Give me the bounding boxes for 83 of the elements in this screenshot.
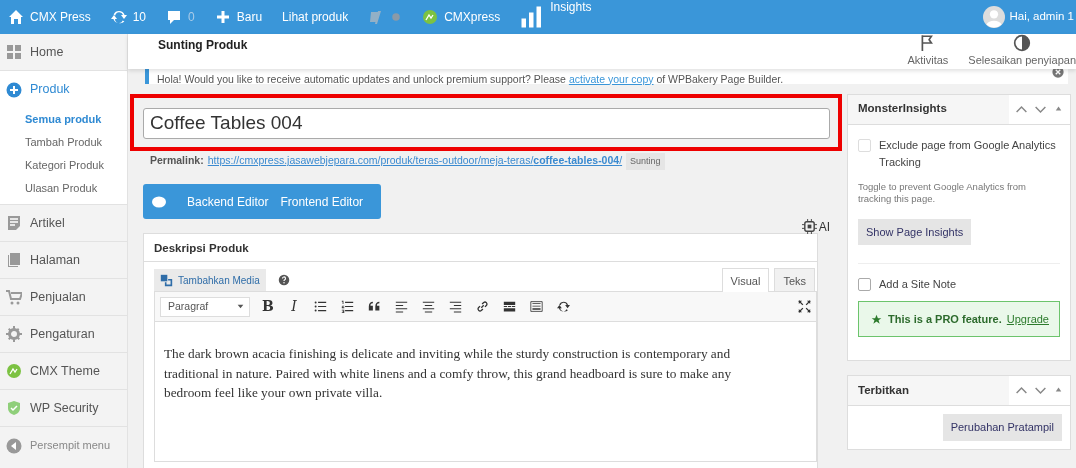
numbered-list-icon[interactable] bbox=[341, 300, 354, 313]
collapse-arrow-icon[interactable] bbox=[1053, 384, 1064, 395]
gear-icon bbox=[6, 326, 22, 342]
box-title: Terbitkan bbox=[848, 376, 1009, 405]
collapse-icon bbox=[6, 437, 22, 454]
sync-icon[interactable] bbox=[110, 9, 127, 25]
panel-title: Deskripsi Produk bbox=[144, 234, 817, 262]
toolbar-link[interactable]: Baru bbox=[236, 8, 263, 26]
activate-link[interactable]: activate your copy bbox=[568, 72, 654, 85]
checkbox-label: Exclude page from Google Analytics Tracking bbox=[879, 137, 1057, 170]
editor-tab[interactable]: Visual bbox=[721, 268, 770, 292]
preview-button[interactable]: Perubahan Pratampil bbox=[942, 414, 1062, 441]
media-icon bbox=[160, 273, 173, 287]
pro-text: This is a PRO feature. bbox=[888, 311, 1002, 327]
toolbar-link[interactable]: 10 bbox=[132, 8, 147, 26]
document-icon bbox=[6, 215, 22, 231]
pages-icon bbox=[6, 252, 22, 268]
permalink-link[interactable]: https://cmxpress.jasawebjepara.com/produk/teras-outdoor/meja-teras/coffee-tables-004/ bbox=[207, 153, 623, 170]
checkbox[interactable] bbox=[858, 278, 871, 291]
plus-circle-icon bbox=[6, 81, 22, 98]
help-text: Toggle to prevent Google Analytics from tracking this page. bbox=[858, 180, 1027, 205]
shield-icon bbox=[6, 400, 22, 416]
bold-button[interactable]: B bbox=[260, 298, 276, 315]
status-dot-icon bbox=[390, 11, 403, 23]
submenu-item[interactable]: Kategori Produk bbox=[25, 154, 127, 177]
checkbox-label: Add a Site Note bbox=[879, 277, 957, 292]
caret-icon bbox=[236, 302, 245, 311]
italic-button[interactable]: I bbox=[286, 298, 302, 315]
bullet-list-icon[interactable] bbox=[314, 300, 327, 313]
description-text: The dark brown acacia finishing is delicate and inviting while the sturdy construction is contemporary and traditional in nature. Paired with white linens and a comfy throw, this grand headboard is sure to make any bedroom feel like your own private villa. bbox=[164, 345, 733, 402]
title-field[interactable]: Coffee Tables 004 bbox=[143, 107, 830, 139]
read-more-icon[interactable] bbox=[503, 300, 516, 313]
sidebar-item[interactable]: Produk bbox=[0, 71, 127, 108]
link-icon[interactable] bbox=[476, 300, 489, 313]
star-icon bbox=[871, 313, 882, 325]
fullscreen-icon[interactable] bbox=[798, 300, 811, 313]
sidebar-item[interactable]: Halaman bbox=[0, 242, 127, 279]
format-select[interactable]: Paragraf bbox=[160, 296, 250, 317]
sidebar-item[interactable]: Pengaturan bbox=[0, 316, 127, 353]
permalink-label: Permalink: bbox=[150, 153, 204, 169]
toolbar-link[interactable]: Lihat produk bbox=[282, 8, 349, 26]
ai-label[interactable]: AI bbox=[818, 217, 830, 236]
toolbar-link[interactable]: CMX Press bbox=[30, 8, 91, 26]
contrast-icon bbox=[1013, 34, 1032, 52]
refresh-icon[interactable] bbox=[557, 300, 570, 313]
sidebar-item[interactable]: CMX Theme bbox=[0, 353, 127, 390]
leaf-logo-icon bbox=[6, 363, 22, 379]
toolbar-link[interactable]: CMXpress bbox=[444, 8, 501, 26]
editor-button[interactable]: Backend Editor bbox=[181, 192, 275, 211]
leaf-logo-icon[interactable] bbox=[422, 9, 439, 25]
sidebar-item[interactable]: Artikel bbox=[0, 205, 127, 242]
submenu-item[interactable]: Semua produk bbox=[25, 108, 127, 131]
user-greeting[interactable]: Hai, admin 1 bbox=[1009, 8, 1074, 26]
edit-button[interactable]: Sunting bbox=[626, 152, 665, 170]
toolbar-link[interactable]: Insights bbox=[550, 0, 592, 16]
align-left-icon[interactable] bbox=[395, 300, 408, 313]
plus-icon[interactable] bbox=[214, 9, 231, 25]
collapse-menu-button[interactable]: Persempit menu bbox=[0, 427, 127, 464]
add-media-button[interactable]: Tambahkan Media bbox=[154, 269, 266, 291]
home-icon[interactable] bbox=[8, 9, 24, 25]
toolbar-toggle-icon[interactable] bbox=[530, 300, 543, 313]
upgrade-link[interactable]: Upgrade bbox=[1006, 310, 1049, 328]
header-action[interactable]: Aktivitas bbox=[907, 34, 949, 69]
header-action[interactable]: Selesaikan penyiapan bbox=[968, 34, 1076, 69]
cart-icon bbox=[6, 289, 22, 305]
align-right-icon[interactable] bbox=[449, 300, 462, 313]
quote-icon[interactable] bbox=[368, 300, 381, 313]
sidebar-item[interactable]: Penjualan bbox=[0, 279, 127, 316]
comment-icon[interactable] bbox=[166, 9, 183, 25]
grid-icon bbox=[6, 44, 22, 60]
notice-text: Hola! Would you like to receive automatic updates and unlock premium support? Please activate your copy of WPBakery Page Builder. bbox=[157, 72, 784, 85]
avatar-icon[interactable] bbox=[983, 6, 1006, 28]
chip-icon[interactable] bbox=[801, 219, 817, 234]
align-center-icon[interactable] bbox=[422, 300, 435, 313]
editor-button[interactable]: Frontend Editor bbox=[274, 192, 370, 211]
box-title: MonsterInsights bbox=[848, 94, 1009, 124]
submenu-item[interactable]: Ulasan Produk bbox=[25, 177, 127, 200]
help-icon[interactable] bbox=[277, 274, 290, 286]
editor-tab[interactable]: Teks bbox=[774, 268, 815, 291]
submenu-item[interactable]: Tambah Produk bbox=[25, 131, 127, 154]
page-insights-button[interactable]: Show Page Insights bbox=[858, 218, 972, 245]
sidebar-item[interactable]: WP Security bbox=[0, 390, 127, 427]
page-title: Sunting Produk bbox=[158, 37, 249, 55]
